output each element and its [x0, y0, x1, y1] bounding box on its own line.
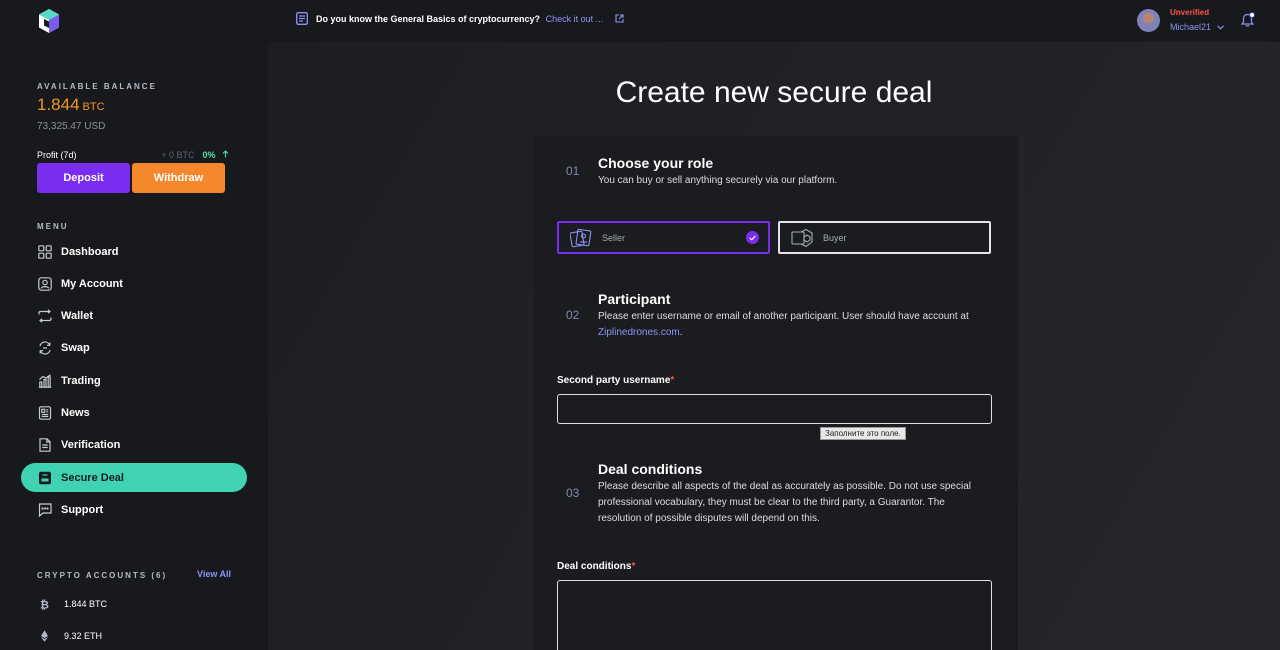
profit-label: Profit (7d): [37, 150, 77, 160]
notification-dot: [1249, 12, 1255, 18]
chat-icon: [38, 503, 52, 517]
field-label-text: Second party username: [557, 375, 671, 386]
menu-label: MENU: [37, 222, 69, 231]
article-icon: [296, 12, 308, 25]
deal-form-card: 01 Choose your role You can buy or sell …: [533, 136, 1018, 650]
sidebar-item-label: My Account: [61, 277, 123, 290]
top-bar: Do you know the General Basics of crypto…: [0, 0, 1280, 42]
chart-icon: [38, 373, 52, 388]
news-icon: [38, 406, 52, 420]
second-party-label: Second party username*: [557, 375, 674, 386]
role-seller-label: Seller: [602, 232, 626, 243]
sidebar-item-secure-deal[interactable]: Secure Deal: [21, 463, 247, 493]
app-logo-icon[interactable]: [38, 8, 60, 34]
field-label-text: Deal conditions: [557, 561, 632, 572]
sidebar-item-trading[interactable]: Trading: [21, 366, 247, 395]
sidebar-item-label: Dashboard: [61, 245, 119, 258]
step-description: Please enter username or email of anothe…: [598, 309, 988, 341]
user-menu[interactable]: Unverified Michael21: [1137, 8, 1224, 32]
sidebar-item-label: Trading: [61, 374, 101, 387]
sidebar-item-news[interactable]: News: [21, 398, 247, 427]
platform-link[interactable]: Ziplinedrones.com: [598, 327, 680, 338]
user-status-badge: Unverified: [1170, 8, 1210, 17]
profit-row: Profit (7d) + 0 BTC 0%: [37, 150, 229, 160]
svg-text:₿: ₿: [40, 599, 49, 611]
profit-percent-value: 0%: [202, 150, 216, 160]
second-party-input[interactable]: [557, 394, 992, 424]
crypto-account-eth[interactable]: 9.32 ETH: [39, 630, 102, 642]
required-mark: *: [670, 375, 675, 386]
step-description: You can buy or sell anything securely vi…: [598, 175, 838, 186]
sidebar-item-verification[interactable]: Verification: [21, 431, 247, 460]
deal-conditions-label: Deal conditions*: [557, 561, 635, 572]
step-title: Choose your role: [598, 155, 714, 171]
step-description: Please describe all aspects of the deal …: [598, 481, 971, 524]
notice-link[interactable]: Check it out ...: [546, 14, 604, 24]
checkmark-icon: [746, 231, 759, 244]
username-label: Michael21: [1170, 22, 1212, 32]
role-buyer-label: Buyer: [823, 232, 847, 243]
external-link-icon[interactable]: [615, 14, 624, 23]
step-title: Deal conditions: [598, 461, 703, 477]
sidebar-item-support[interactable]: Support: [21, 495, 247, 524]
sidebar-item-dashboard[interactable]: Dashboard: [21, 237, 247, 266]
bitcoin-icon: ₿: [40, 599, 49, 611]
sidebar-menu: Dashboard My Account Wallet Swap Trading…: [21, 237, 247, 528]
sidebar-item-label: Verification: [61, 439, 121, 452]
user-icon: [38, 276, 52, 291]
username-dropdown[interactable]: Michael21: [1170, 22, 1224, 32]
balance-unit: BTC: [82, 101, 105, 113]
view-all-link[interactable]: View All: [197, 569, 231, 579]
notice-banner: Do you know the General Basics of crypto…: [296, 12, 624, 25]
deal-conditions-textarea[interactable]: [557, 580, 992, 650]
ethereum-icon: [41, 630, 48, 642]
withdraw-button[interactable]: Withdraw: [132, 163, 225, 193]
required-mark: *: [631, 561, 636, 572]
avatar[interactable]: [1137, 8, 1160, 32]
main-content: Create new secure deal 01 Choose your ro…: [268, 42, 1280, 650]
document-icon: [39, 438, 51, 453]
balance-usd: 73,325.47 USD: [37, 121, 106, 132]
step-number: 02: [566, 308, 580, 322]
validation-tooltip: Заполните это поле.: [820, 427, 906, 440]
step-number: 03: [566, 486, 580, 500]
role-seller-option[interactable]: Seller: [557, 221, 770, 254]
link-suffix: .: [679, 327, 683, 338]
sidebar-item-label: Support: [61, 503, 104, 516]
balance-amount: 1.844 BTC: [37, 95, 105, 115]
sidebar-item-swap[interactable]: Swap: [21, 334, 247, 363]
crypto-accounts-label: CRYPTO ACCOUNTS (6): [37, 571, 168, 580]
page-title: Create new secure deal: [615, 76, 933, 109]
buyer-icon: [791, 228, 813, 247]
deal-icon: [39, 471, 51, 484]
sidebar-item-my-account[interactable]: My Account: [21, 269, 247, 298]
sidebar-item-label: News: [61, 406, 90, 419]
swap-arrows-icon: [38, 309, 52, 323]
step-description-text: Please enter username or email of anothe…: [598, 311, 969, 322]
sidebar: AVAILABLE BALANCE 1.844 BTC 73,325.47 USD…: [0, 42, 268, 650]
step-title: Participant: [598, 291, 671, 307]
sidebar-item-label: Wallet: [61, 310, 93, 323]
arrow-up-icon: [222, 150, 229, 158]
role-buyer-option[interactable]: Buyer: [778, 221, 991, 254]
grid-icon: [38, 244, 52, 259]
deposit-button[interactable]: Deposit: [37, 163, 130, 193]
crypto-account-label: 1.844 BTC: [64, 599, 108, 609]
seller-icon: [570, 228, 592, 247]
balance-value: 1.844: [37, 95, 80, 114]
crypto-account-btc[interactable]: ₿ 1.844 BTC: [39, 598, 108, 611]
notice-text: Do you know the General Basics of crypto…: [316, 13, 541, 24]
chevron-down-icon: [1217, 24, 1224, 30]
balance-label: AVAILABLE BALANCE: [37, 82, 157, 91]
crypto-account-label: 9.32 ETH: [64, 631, 103, 641]
profit-percent: 0%: [202, 150, 229, 160]
sidebar-item-label: Secure Deal: [61, 471, 124, 484]
exchange-icon: [39, 341, 51, 356]
sidebar-item-wallet[interactable]: Wallet: [21, 302, 247, 331]
step-number: 01: [566, 164, 580, 178]
sidebar-item-label: Swap: [61, 342, 90, 355]
profit-btc: + 0 BTC: [161, 150, 195, 160]
